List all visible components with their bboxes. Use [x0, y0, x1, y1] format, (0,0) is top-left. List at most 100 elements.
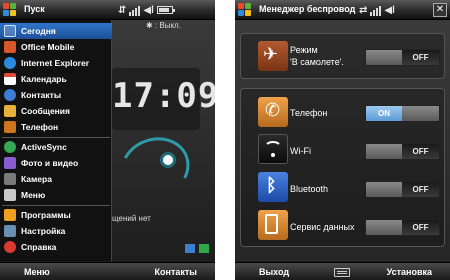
softkey-right-settings[interactable]: Установка: [387, 267, 432, 277]
phone-label: Телефон: [290, 108, 328, 118]
airplane-glyph: ✈: [263, 44, 279, 64]
menu-item-camera[interactable]: Камера: [0, 171, 112, 187]
menu-item-label: Фото и видео: [21, 158, 79, 168]
office-icon: [4, 41, 16, 53]
menu-item-contacts[interactable]: Контакты: [0, 87, 112, 103]
clock-time: 17:09: [112, 76, 215, 116]
menu-item-menu[interactable]: Меню: [0, 187, 112, 203]
softkey-left-menu[interactable]: Меню: [24, 267, 50, 277]
airplane-mode-toggle[interactable]: OFF: [365, 49, 440, 66]
notification-icons: [185, 244, 209, 253]
data-phone-glyph: [265, 214, 278, 234]
menu-item-photos-videos[interactable]: Фото и видео: [0, 155, 112, 171]
help-icon: [4, 241, 16, 253]
menu-item-label: Настройка: [21, 226, 66, 236]
window-title: Менеджер беспровод: [259, 4, 356, 14]
toggle-off-label: OFF: [402, 144, 439, 159]
window-title: Пуск: [24, 4, 45, 14]
menu-icon: [4, 189, 16, 201]
airplane-icon: ✈: [258, 41, 288, 71]
menu-item-office-mobile[interactable]: Office Mobile: [0, 39, 112, 55]
settings-icon: [4, 225, 16, 237]
toggle-on-side: [366, 182, 402, 197]
wifi-toggle[interactable]: OFF: [365, 143, 440, 160]
wifi-icon: [258, 134, 288, 164]
menu-item-label: Контакты: [21, 90, 62, 100]
softkey-left-exit[interactable]: Выход: [259, 267, 289, 277]
speaker-icon[interactable]: ◀ǀ: [384, 5, 395, 16]
toggle-on-side: [366, 50, 402, 65]
calendar-icon: [4, 73, 16, 85]
system-tray: ⇵ ◀ǀ: [118, 3, 175, 17]
airplane-mode-panel: ✈ Режим 'В самолете'. OFF: [240, 33, 445, 79]
bluetooth-label: Bluetooth: [290, 184, 329, 194]
toggle-on-side: [366, 220, 402, 235]
close-button[interactable]: ✕: [433, 3, 447, 17]
menu-item-internet-explorer[interactable]: Internet Explorer: [0, 55, 112, 71]
toggle-on-label: ON: [366, 106, 402, 121]
messages-status[interactable]: щений нет: [112, 214, 151, 223]
menu-item-label: Сообщения: [21, 106, 70, 116]
windows-start-icon[interactable]: [3, 3, 18, 17]
activesync-icon: [4, 141, 16, 153]
menu-item-messaging[interactable]: Сообщения: [0, 103, 112, 119]
toggle-off-label: OFF: [402, 182, 439, 197]
toggle-off-side: [402, 106, 439, 121]
phone-glyph: ✆: [265, 100, 281, 120]
bluetooth-glyph: ᛒ: [266, 175, 277, 195]
menu-item-calendar[interactable]: Календарь: [0, 71, 112, 87]
connectivity-icon[interactable]: ⇄: [359, 5, 367, 16]
toggle-off-label: OFF: [402, 50, 439, 65]
menu-item-activesync[interactable]: ActiveSync: [0, 139, 112, 155]
menu-item-today[interactable]: Сегодня: [0, 23, 112, 39]
camera-icon: [4, 173, 16, 185]
menu-item-label: ActiveSync: [21, 142, 67, 152]
title-bar: Менеджер беспровод ⇄ ◀ǀ ✕: [235, 0, 450, 20]
menu-item-programs[interactable]: Программы: [0, 207, 112, 223]
bluetooth-icon: ✱: [146, 21, 153, 30]
airplane-label-line1: Режим: [290, 45, 318, 55]
menu-item-label: Справка: [21, 242, 57, 252]
bluetooth-status[interactable]: ✱ : Выкл.: [146, 21, 181, 30]
connectivity-icon[interactable]: ⇵: [118, 5, 126, 16]
bluetooth-status-text: : Выкл.: [154, 21, 181, 30]
wireless-manager-screen: Менеджер беспровод ⇄ ◀ǀ ✕ ✈ Режим 'В сам…: [235, 0, 450, 280]
battery-icon[interactable]: [156, 6, 175, 14]
menu-item-label: Office Mobile: [21, 42, 75, 52]
menu-item-settings[interactable]: Настройка: [0, 223, 112, 239]
menu-item-label: Телефон: [21, 122, 59, 132]
speaker-icon[interactable]: ◀ǀ: [143, 5, 154, 16]
bluetooth-icon: ᛒ: [258, 172, 288, 202]
signal-icon[interactable]: [129, 5, 141, 16]
menu-item-label: Меню: [21, 190, 46, 200]
signal-icon[interactable]: [370, 5, 382, 16]
media-status-icon[interactable]: [199, 244, 209, 253]
windows-start-icon[interactable]: [238, 3, 253, 17]
menu-item-phone[interactable]: Телефон: [0, 119, 112, 135]
menu-item-label: Камера: [21, 174, 52, 184]
programs-icon: [4, 209, 16, 221]
softkey-right-contacts[interactable]: Контакты: [155, 267, 197, 277]
softkey-bar: Меню Контакты: [0, 262, 215, 280]
wireless-services-panel: ✆ Телефон ON Wi-Fi OFF ᛒ Bluetooth OFF С…: [240, 88, 445, 247]
wallpaper-dot: [160, 152, 176, 168]
menu-item-label: Internet Explorer: [21, 58, 90, 68]
keyboard-icon[interactable]: [334, 268, 350, 277]
data-service-toggle[interactable]: OFF: [365, 219, 440, 236]
toggle-off-label: OFF: [402, 220, 439, 235]
photos-icon: [4, 157, 16, 169]
today-icon: [4, 25, 16, 37]
menu-separator: [2, 137, 110, 138]
menu-item-label: Программы: [21, 210, 71, 220]
phone-status-icon[interactable]: [185, 244, 195, 253]
menu-item-label: Сегодня: [21, 26, 56, 36]
wifi-dot: [271, 153, 275, 157]
phone-toggle[interactable]: ON: [365, 105, 440, 122]
data-service-icon: [258, 210, 288, 240]
internet-explorer-icon: [4, 57, 16, 69]
system-tray: ⇄ ◀ǀ: [359, 3, 395, 17]
title-bar: Пуск ⇵ ◀ǀ: [0, 0, 215, 20]
airplane-mode-label: Режим 'В самолете'.: [290, 44, 344, 68]
bluetooth-toggle[interactable]: OFF: [365, 181, 440, 198]
menu-item-help[interactable]: Справка: [0, 239, 112, 255]
